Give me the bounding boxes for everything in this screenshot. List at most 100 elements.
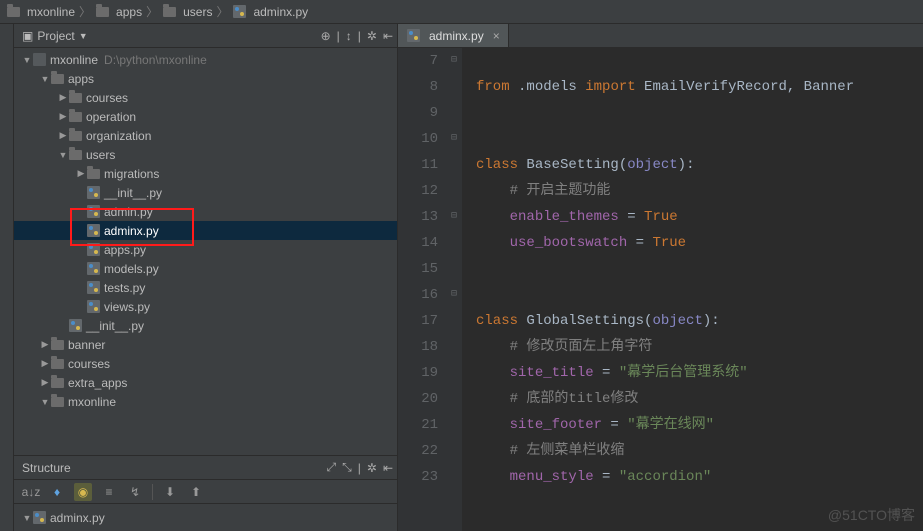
structure-title[interactable]: Structure <box>22 461 71 475</box>
folder-icon <box>162 5 176 18</box>
py-icon <box>86 300 100 313</box>
gear-icon[interactable]: ✲ <box>367 29 377 43</box>
autoscroll-icon[interactable]: ↯ <box>126 483 144 501</box>
tree-item-mxonline[interactable]: ▼mxonline <box>14 392 397 411</box>
editor-tab-label: adminx.py <box>429 29 484 43</box>
tree-item-label: tests.py <box>104 281 145 295</box>
hide-icon[interactable]: ⇤ <box>383 29 393 43</box>
tree-item-label: __init__.py <box>104 186 162 200</box>
tree-item-__init__.py[interactable]: __init__.py <box>14 183 397 202</box>
show-fields-icon[interactable]: ◉ <box>74 483 92 501</box>
chevron-icon[interactable]: ▼ <box>58 150 68 160</box>
collapse-all-icon[interactable]: ⤡ <box>342 460 352 475</box>
project-panel: ▣ Project ▼ ⊕ | ↕ | ✲ ⇤ ▼mxonlineD:\pyth… <box>14 24 398 531</box>
chevron-down-icon[interactable]: ▼ <box>79 31 88 41</box>
tree-item-label: __init__.py <box>86 319 144 333</box>
tree-item-courses[interactable]: ▶ courses <box>14 88 397 107</box>
tree-item-users[interactable]: ▼ users <box>14 145 397 164</box>
chevron-right-icon: 〉 <box>216 3 228 20</box>
folder-icon <box>68 91 82 104</box>
tree-item-extra_apps[interactable]: ▶ extra_apps <box>14 373 397 392</box>
download-icon[interactable]: ⬇ <box>161 483 179 501</box>
show-inherited-icon[interactable]: ≡ <box>100 483 118 501</box>
sort-alpha-icon[interactable]: a↓z <box>22 483 40 501</box>
folder-icon <box>50 376 64 389</box>
py-icon <box>86 243 100 256</box>
line-number-gutter: 7 8 9 10 11 12 13 14 15 16 17 18 19 20 2… <box>398 48 446 531</box>
chevron-icon[interactable]: ▶ <box>40 377 50 388</box>
chevron-icon[interactable]: ▼ <box>22 55 32 65</box>
tree-item-courses[interactable]: ▶courses <box>14 354 397 373</box>
upload-icon[interactable]: ⬆ <box>187 483 205 501</box>
py-icon <box>68 319 82 332</box>
expand-all-icon[interactable]: ⤢ <box>327 460 337 475</box>
breadcrumb-apps[interactable]: apps <box>95 5 142 19</box>
tree-item-label: views.py <box>104 300 150 314</box>
py-icon <box>86 186 100 199</box>
tree-item-mxonline[interactable]: ▼mxonlineD:\python\mxonline <box>14 50 397 69</box>
tree-item-migrations[interactable]: ▶migrations <box>14 164 397 183</box>
tree-item-label: extra_apps <box>68 376 127 390</box>
close-icon[interactable]: × <box>493 29 500 43</box>
py-icon <box>86 224 100 237</box>
folder-icon <box>86 167 100 180</box>
tree-item-__init__.py[interactable]: __init__.py <box>14 316 397 335</box>
tree-item-operation[interactable]: ▶ operation <box>14 107 397 126</box>
tree-item-admin.py[interactable]: admin.py <box>14 202 397 221</box>
code-area[interactable]: 7 8 9 10 11 12 13 14 15 16 17 18 19 20 2… <box>398 48 923 531</box>
watermark: @51CTO博客 <box>828 505 915 525</box>
separator-icon: | <box>358 29 361 43</box>
py-icon <box>86 262 100 275</box>
tree-item-organization[interactable]: ▶ organization <box>14 126 397 145</box>
tree-item-label: models.py <box>104 262 159 276</box>
tree-item-banner[interactable]: ▶banner <box>14 335 397 354</box>
collapse-all-icon[interactable]: ↕ <box>346 29 352 43</box>
tree-item-label: courses <box>86 91 128 105</box>
py-icon <box>86 205 100 218</box>
tree-item-apps[interactable]: ▼apps <box>14 69 397 88</box>
breadcrumb-mxonline[interactable]: mxonline <box>6 5 75 19</box>
tree-item-label: users <box>86 148 115 162</box>
chevron-icon[interactable]: ▶ <box>58 92 68 103</box>
tree-item-adminx.py[interactable]: adminx.py <box>14 221 397 240</box>
chevron-icon[interactable]: ▶ <box>58 130 68 141</box>
filter-icon[interactable]: ♦ <box>48 483 66 501</box>
project-title[interactable]: Project <box>37 29 74 43</box>
chevron-icon[interactable]: ▶ <box>58 111 68 122</box>
tree-item-label: organization <box>86 129 151 143</box>
tree-item-apps.py[interactable]: apps.py <box>14 240 397 259</box>
chevron-icon[interactable]: ▼ <box>40 74 50 84</box>
structure-toolbar: a↓z ♦ ◉ ≡ ↯ ⬇ ⬆ <box>14 480 397 504</box>
structure-file-label: adminx.py <box>50 511 105 525</box>
project-icon: ▣ <box>22 29 33 43</box>
fold-gutter[interactable]: ⊟ ⊟ ⊟ ⊟ <box>446 48 462 531</box>
chevron-right-icon: 〉 <box>79 3 91 20</box>
chevron-icon[interactable]: ▶ <box>76 168 86 179</box>
folder-icon <box>50 72 64 85</box>
chevron-icon[interactable]: ▼ <box>40 397 50 407</box>
gear-icon[interactable]: ✲ <box>367 461 377 475</box>
tree-item-tests.py[interactable]: tests.py <box>14 278 397 297</box>
scroll-from-source-icon[interactable]: ⊕ <box>321 29 331 43</box>
breadcrumb-adminx.py[interactable]: adminx.py <box>232 5 308 19</box>
tree-item-models.py[interactable]: models.py <box>14 259 397 278</box>
editor-tab[interactable]: adminx.py × <box>398 24 509 47</box>
structure-file-row[interactable]: ▼ adminx.py <box>22 508 389 527</box>
folder-icon <box>68 129 82 142</box>
chevron-right-icon: 〉 <box>146 3 158 20</box>
editor: adminx.py × 7 8 9 10 11 12 13 14 15 16 1… <box>398 24 923 531</box>
folder-icon <box>68 110 82 123</box>
project-panel-header: ▣ Project ▼ ⊕ | ↕ | ✲ ⇤ <box>14 24 397 48</box>
code-text[interactable]: from .models import EmailVerifyRecord, B… <box>462 48 923 531</box>
py-icon <box>232 5 246 18</box>
breadcrumb-users[interactable]: users <box>162 5 212 19</box>
project-tree[interactable]: ▼mxonlineD:\python\mxonline▼apps ▶ courses… <box>14 48 397 455</box>
tree-item-label: operation <box>86 110 136 124</box>
separator-icon: | <box>358 461 361 475</box>
chevron-icon[interactable]: ▶ <box>40 358 50 369</box>
structure-panel: Structure ⤢ ⤡ | ✲ ⇤ a↓z ♦ ◉ ≡ ↯ ⬇ ⬆ <box>14 455 397 531</box>
chevron-icon[interactable]: ▶ <box>40 339 50 350</box>
mod-icon <box>32 53 46 66</box>
tree-item-views.py[interactable]: views.py <box>14 297 397 316</box>
hide-icon[interactable]: ⇤ <box>383 461 393 475</box>
